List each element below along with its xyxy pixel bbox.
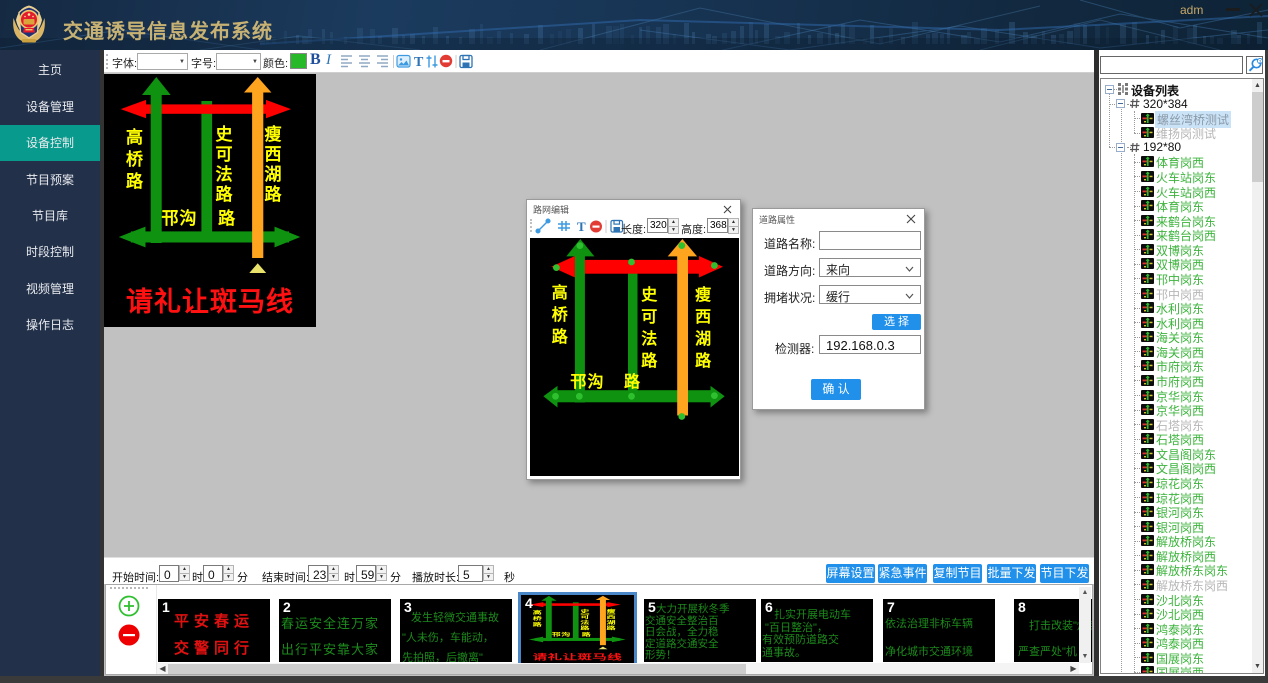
svg-text:T: T (577, 219, 586, 234)
svg-text:T: T (414, 55, 424, 70)
